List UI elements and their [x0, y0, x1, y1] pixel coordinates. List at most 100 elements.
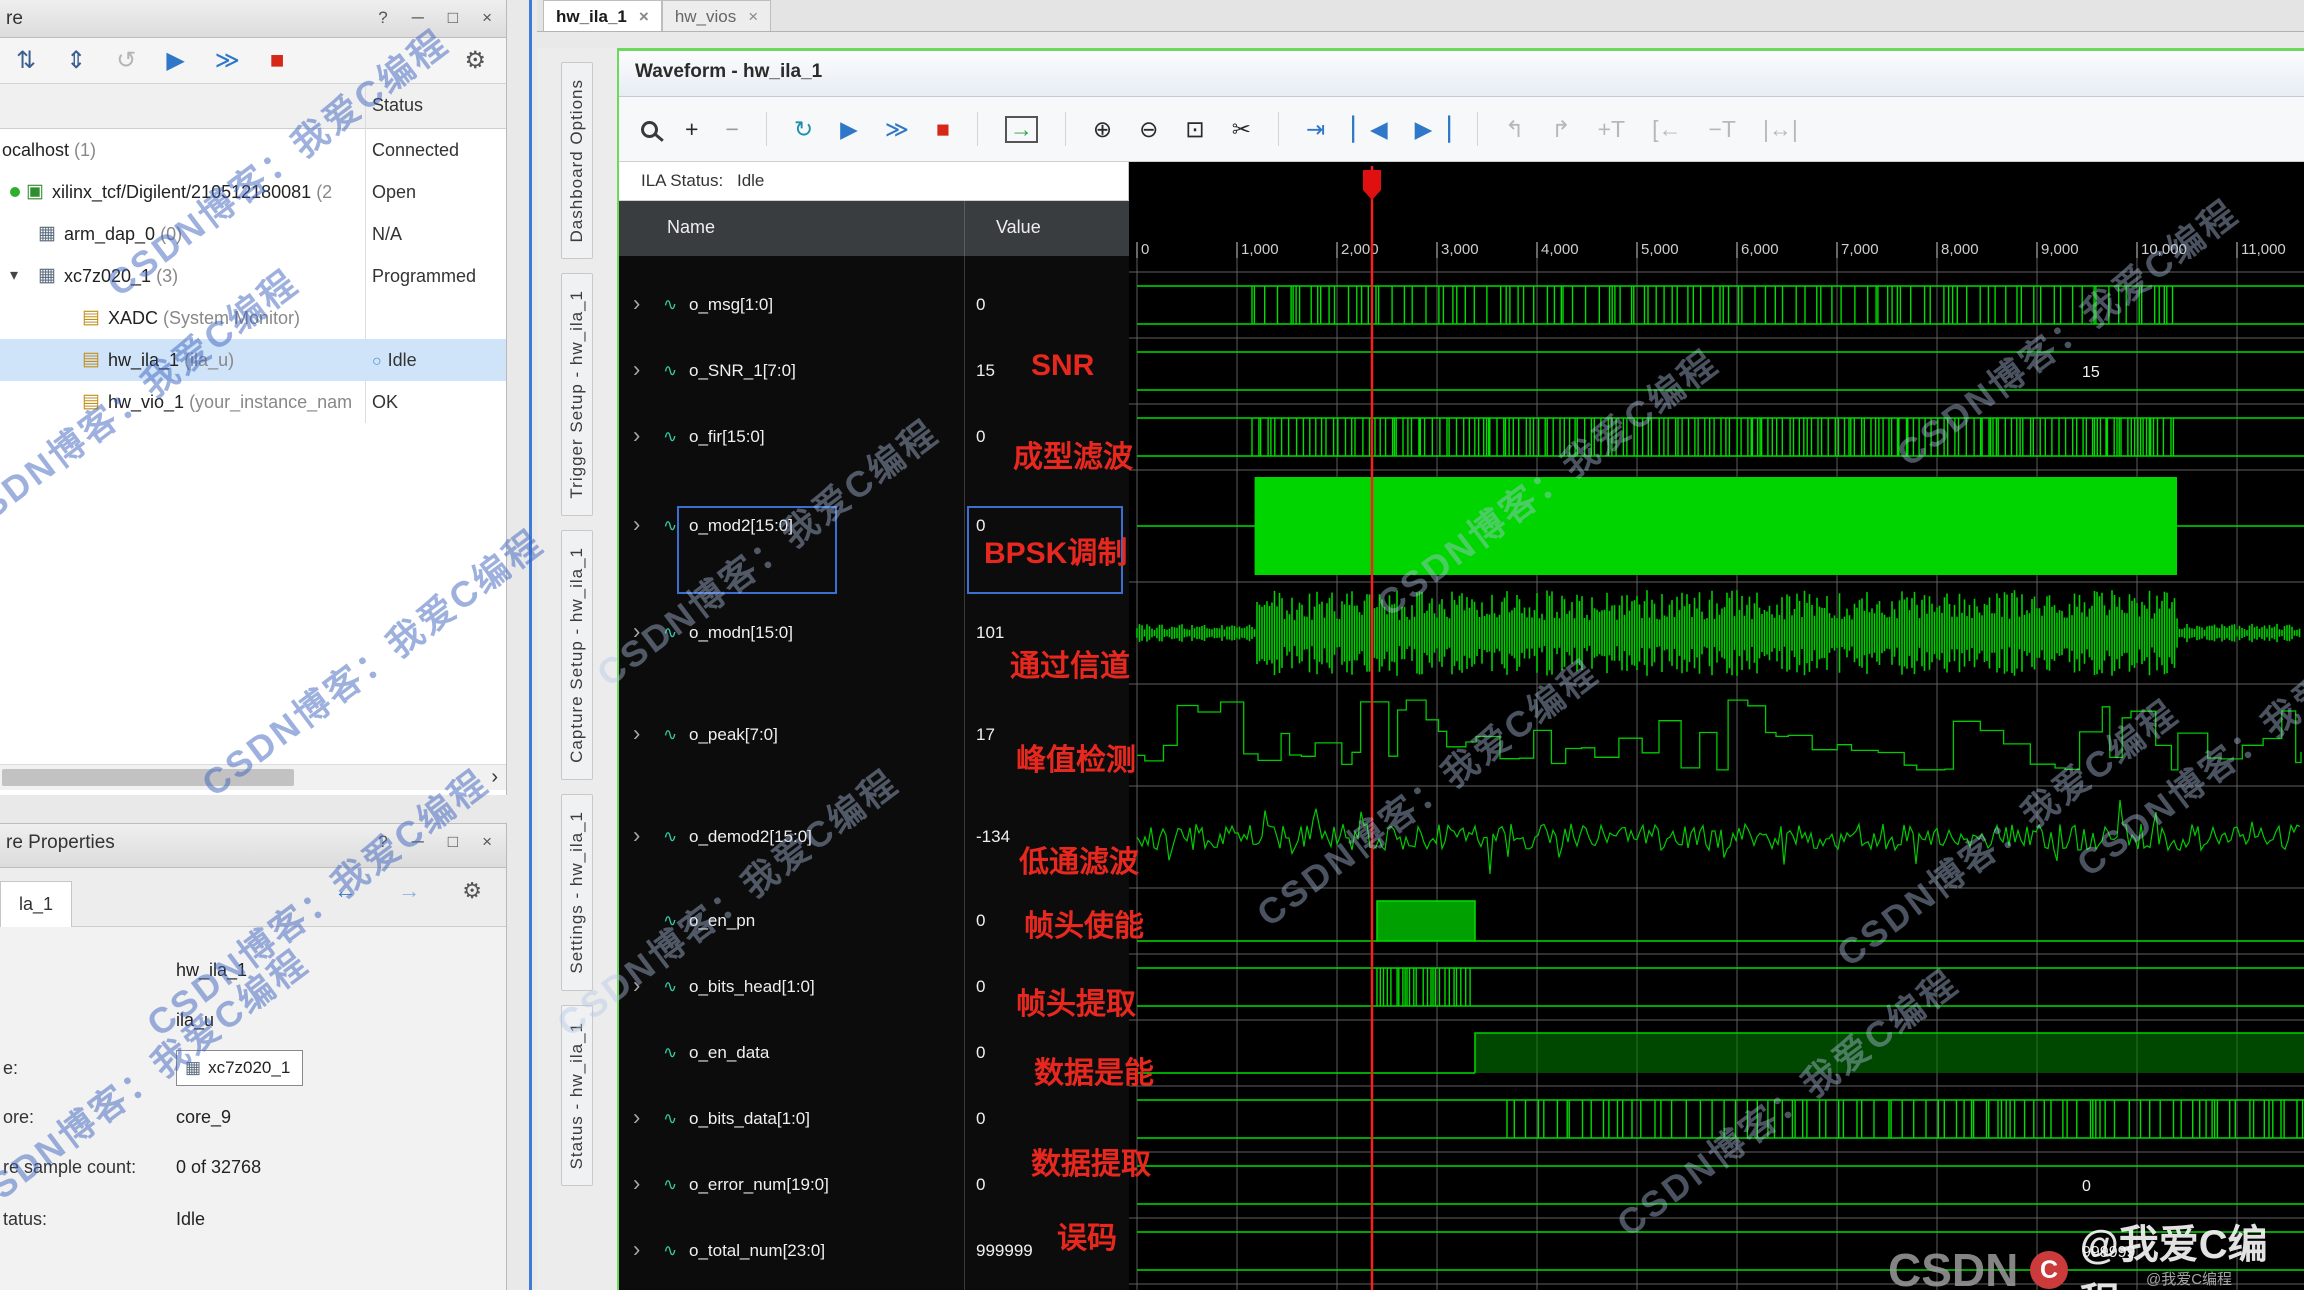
remove-marker-icon[interactable]: −T — [1708, 118, 1735, 141]
expand-chevron-icon[interactable]: › — [633, 512, 640, 538]
zoom-in-icon[interactable]: ⊕ — [1093, 118, 1112, 141]
maximize-icon[interactable]: □ — [448, 832, 458, 852]
go-to-start-icon[interactable]: ▏◀ — [1352, 118, 1387, 141]
svg-text:0: 0 — [2082, 1178, 2091, 1195]
side-tab-status[interactable]: Status - hw_ila_1 — [561, 1005, 593, 1186]
expand-chevron-icon[interactable]: › — [633, 1237, 640, 1263]
prev-transition-icon[interactable]: [← — [1652, 118, 1681, 141]
tree-item-arm_dap_0[interactable]: ▦arm_dap_0 (0)N/A — [0, 213, 506, 255]
property-row: ore:core_9 — [0, 1097, 506, 1137]
expand-chevron-icon[interactable]: › — [633, 823, 640, 849]
panel-splitter[interactable] — [529, 0, 532, 1290]
expand-chevron-icon[interactable]: › — [633, 357, 640, 383]
expand-chevron-icon[interactable]: › — [633, 291, 640, 317]
ila-status-value: Idle — [737, 171, 764, 190]
expand-chevron-icon[interactable]: ▾ — [10, 255, 18, 297]
run-all-triggers-icon[interactable]: ≫ — [215, 49, 240, 73]
close-tab-icon[interactable]: × — [748, 2, 758, 31]
scroll-right-icon[interactable]: › — [491, 765, 498, 790]
refresh-icon[interactable]: ↺ — [116, 49, 136, 73]
annotation-label: BPSK调制 — [984, 528, 1127, 572]
expand-chevron-icon[interactable]: › — [633, 721, 640, 747]
svg-text:5,000: 5,000 — [1641, 241, 1679, 258]
run-trigger-immediate-icon[interactable]: ▶ — [840, 118, 858, 141]
go-to-trigger-icon[interactable]: ⇥ — [1306, 118, 1325, 141]
properties-tab[interactable]: la_1 — [0, 881, 72, 927]
maximize-icon[interactable]: □ — [448, 8, 458, 28]
property-label: re sample count: — [3, 1147, 136, 1187]
back-icon[interactable]: ← — [334, 880, 356, 902]
signal-value: 0 — [976, 911, 985, 931]
tree-item-hw_vio_1[interactable]: ▤hw_vio_1 (your_instance_namOK — [0, 381, 506, 423]
swap-down-icon[interactable]: ↱ — [1551, 118, 1570, 141]
stop-trigger-icon[interactable]: ■ — [936, 118, 950, 141]
svg-text:15: 15 — [2082, 364, 2100, 381]
expand-chevron-icon[interactable]: › — [633, 973, 640, 999]
hardware-panel-titlebar[interactable]: re ?─□× — [0, 0, 506, 38]
device-link-button[interactable]: ▦xc7z020_1 — [176, 1050, 303, 1086]
signal-row-o_msg10[interactable]: ›∿o_msg[1:0]0 — [619, 272, 1129, 338]
annotation-label: 成型滤波 — [1013, 432, 1133, 476]
scrollbar-thumb[interactable] — [2, 769, 294, 786]
side-tab-settings[interactable]: Settings - hw_ila_1 — [561, 794, 593, 991]
expand-chevron-icon[interactable]: › — [633, 423, 640, 449]
expand-chevron-icon[interactable]: › — [633, 1171, 640, 1197]
side-tab-dashboard[interactable]: Dashboard Options — [561, 62, 593, 259]
add-marker-icon[interactable]: +T — [1598, 118, 1625, 141]
core-icon: ▤ — [80, 297, 102, 339]
tree-item-hw_ila_1[interactable]: ▤hw_ila_1 (ila_u)○Idle — [0, 339, 506, 381]
signal-name: o_demod2[15:0] — [689, 827, 812, 847]
doc-tab-label: hw_ila_1 — [556, 2, 627, 31]
side-tab-capture[interactable]: Capture Setup - hw_ila_1 — [561, 530, 593, 780]
tree-item-xadc[interactable]: ▤XADC (System Monitor) — [0, 297, 506, 339]
side-tab-trigger[interactable]: Trigger Setup - hw_ila_1 — [561, 273, 593, 516]
zoom-area-icon[interactable] — [641, 121, 658, 138]
tree-item-suffix: (ila_u) — [184, 350, 234, 370]
properties-panel-titlebar[interactable]: re Properties ?─□× — [0, 824, 506, 868]
expand-all-icon[interactable]: ⇕ — [66, 49, 86, 73]
expand-chevron-icon[interactable]: › — [633, 1105, 640, 1131]
document-tab-bar: hw_ila_1×hw_vios× — [537, 0, 2304, 32]
annotation-label: 低通滤波 — [1019, 837, 1139, 881]
help-icon[interactable]: ? — [378, 8, 387, 28]
close-icon[interactable]: × — [482, 832, 492, 852]
stop-trigger-icon[interactable]: ■ — [270, 49, 285, 73]
horizontal-scrollbar[interactable]: › — [0, 764, 506, 790]
doc-tab-hw_ila_1[interactable]: hw_ila_1 × — [543, 0, 662, 31]
close-tab-icon[interactable]: × — [639, 2, 649, 31]
swap-up-icon[interactable]: ↰ — [1505, 118, 1524, 141]
forward-icon[interactable]: → — [398, 880, 420, 902]
signal-value: 0 — [976, 1043, 985, 1063]
run-trigger-icon[interactable]: ▶ — [166, 49, 184, 73]
minimize-icon[interactable]: ─ — [412, 832, 424, 852]
signal-value: 17 — [976, 725, 995, 745]
go-to-end-icon[interactable]: ▶▕ — [1415, 118, 1450, 141]
waveform-canvas[interactable]: 01,0002,0003,0004,0005,0006,0007,0008,00… — [1129, 162, 2304, 1290]
doc-tab-hw_vios[interactable]: hw_vios× — [662, 0, 771, 31]
chip-icon: ▦ — [185, 1051, 201, 1085]
settings-gear-icon[interactable]: ⚙ — [462, 880, 482, 902]
tree-item-xilinx_tcfdigilent210512180081[interactable]: ▣xilinx_tcf/Digilent/210512180081 (2Open — [0, 171, 506, 213]
signal-row-o_total_num230[interactable]: ›∿o_total_num[23:0]999999 — [619, 1218, 1129, 1284]
export-ila-data-icon[interactable]: → — [1005, 116, 1038, 143]
add-probe-icon[interactable]: + — [685, 118, 698, 141]
help-icon[interactable]: ? — [378, 832, 387, 852]
run-all-icon[interactable]: ≫ — [885, 118, 909, 141]
tree-item-ocalhost[interactable]: ocalhost (1)Connected — [0, 129, 506, 171]
tree-item-xc7z020_1[interactable]: ▾▦xc7z020_1 (3)Programmed — [0, 255, 506, 297]
settings-gear-icon[interactable]: ⚙ — [464, 49, 486, 73]
property-row: re sample count:0 of 32768 — [0, 1147, 506, 1187]
waveform-header[interactable]: Waveform - hw_ila_1 — [619, 51, 2304, 97]
signal-name: o_error_num[19:0] — [689, 1175, 829, 1195]
waveform-window: Waveform - hw_ila_1 + − ↻ ▶ ≫ ■ → ⊕ ⊖ ⊡ ✂ ⇥ ▏◀ ▶▕ ↰ ↱ +T… — [617, 48, 2304, 1290]
run-trigger-icon[interactable]: ↻ — [794, 118, 813, 141]
close-icon[interactable]: × — [482, 8, 492, 28]
remove-probe-icon[interactable]: − — [725, 118, 738, 141]
collapse-all-icon[interactable]: ⇅ — [16, 49, 36, 73]
zoom-out-icon[interactable]: ⊖ — [1139, 118, 1158, 141]
cut-icon[interactable]: ✂ — [1232, 118, 1251, 141]
zoom-fit-icon[interactable]: ⊡ — [1185, 118, 1204, 141]
expand-chevron-icon[interactable]: › — [633, 619, 640, 645]
fit-markers-icon[interactable]: |↔| — [1763, 118, 1798, 141]
minimize-icon[interactable]: ─ — [412, 8, 424, 28]
